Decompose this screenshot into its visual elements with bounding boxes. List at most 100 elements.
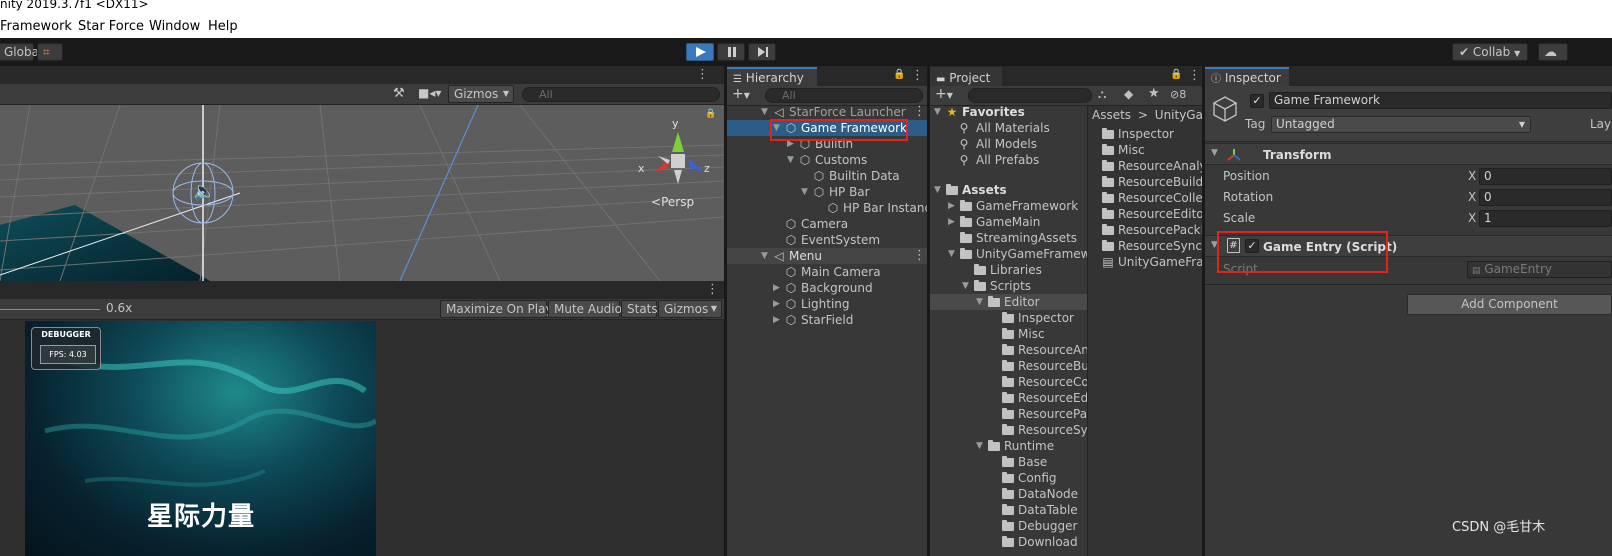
project-toolbar: +▼ ⛬ ◆ ★ ⊘8: [930, 86, 1202, 106]
list-item[interactable]: ▼ ◁ Menu ⋮: [727, 248, 927, 264]
game-object-icon: ⬡: [785, 313, 797, 327]
cloud-button[interactable]: ☁: [1538, 43, 1568, 61]
folder-icon: [1102, 206, 1114, 222]
maximize-on-play-button[interactable]: Maximize On Play: [440, 300, 553, 318]
debugger-window[interactable]: DEBUGGER FPS: 4.03: [31, 327, 101, 370]
scale-value: 0.6x: [106, 301, 133, 315]
folder-icon: [1102, 174, 1114, 190]
check-circle-icon: ✔: [1459, 45, 1470, 59]
tag-dropdown[interactable]: Untagged ▼: [1271, 116, 1531, 133]
list-item-label: Debugger: [1018, 519, 1078, 533]
stats-button[interactable]: Stats: [621, 300, 658, 318]
list-item-label: Misc: [1118, 143, 1145, 157]
eye-slash-icon: ⊘: [1170, 88, 1180, 101]
menu-item-window[interactable]: Window: [149, 14, 200, 40]
script-value: GameEntry: [1484, 262, 1552, 276]
list-item-label: Misc: [1018, 327, 1045, 341]
folder-open-icon: [988, 438, 1000, 454]
folder-icon: [974, 262, 986, 278]
chevron-down-icon: ▼: [743, 91, 750, 100]
inspector-panel: ⓘ Inspector ✓ Game Framework Tag Untagge…: [1205, 66, 1612, 556]
play-button[interactable]: [686, 43, 714, 61]
tab-project[interactable]: ▬ Project: [930, 67, 1002, 86]
list-item[interactable]: ▼ ◁ StarForce Launcher ⋮: [727, 104, 927, 120]
hierarchy-search-input[interactable]: All: [765, 88, 923, 103]
scene-orientation-gizmo[interactable]: [638, 120, 718, 200]
list-item-label: ResourceEdi: [1018, 391, 1087, 405]
create-dropdown[interactable]: +▼: [935, 86, 953, 102]
lock-icon[interactable]: 🔒: [1170, 69, 1182, 80]
debugger-title: DEBUGGER: [41, 330, 91, 339]
mute-audio-button[interactable]: Mute Audio: [548, 300, 622, 318]
menu-item-star-force[interactable]: Star Force: [78, 14, 144, 40]
list-item-label: Config: [1018, 471, 1057, 485]
tag-value: Untagged: [1276, 117, 1335, 131]
game-object-icon: ⬡: [813, 169, 825, 183]
list-item-label: ResourceAna: [1018, 343, 1087, 357]
hierarchy-menu-icon[interactable]: ⋮: [911, 69, 924, 82]
list-item-label: Scripts: [990, 279, 1032, 293]
game-gizmos-dropdown[interactable]: Gizmos ▼: [658, 300, 722, 318]
game-title-text: 星际力量: [147, 502, 256, 532]
camera-icon[interactable]: ■◂▾: [418, 86, 441, 100]
create-dropdown[interactable]: +▼: [732, 86, 750, 102]
persp-label[interactable]: <Persp: [651, 195, 694, 209]
lock-icon[interactable]: 🔒: [893, 69, 905, 80]
panel-divider: [724, 66, 727, 556]
rotation-x-field[interactable]: 0: [1479, 189, 1612, 206]
label-tag-icon[interactable]: ◆: [1124, 87, 1133, 101]
tools-icon[interactable]: ⚒: [393, 86, 405, 101]
tab-project-label: Project: [949, 71, 991, 85]
axis-y-label: y: [672, 117, 679, 130]
tab-hierarchy[interactable]: ☰ Hierarchy: [727, 67, 817, 86]
position-label: Position: [1223, 169, 1270, 183]
active-checkbox[interactable]: ✓: [1250, 94, 1264, 108]
pause-button[interactable]: [717, 43, 745, 61]
scale-x-field[interactable]: 1: [1479, 210, 1612, 227]
hidden-packages-button[interactable]: ⊘8: [1170, 88, 1186, 101]
project-search-input[interactable]: [968, 88, 1092, 103]
project-menu-icon[interactable]: ⋮: [1188, 69, 1201, 82]
collab-button[interactable]: ✔ Collab ▼: [1452, 43, 1528, 61]
position-x-field[interactable]: 0: [1479, 168, 1612, 185]
folder-icon: [1002, 374, 1014, 390]
scene-gizmos-dropdown[interactable]: Gizmos ▼: [448, 85, 514, 103]
add-component-button[interactable]: Add Component: [1407, 294, 1612, 315]
menu-item-help[interactable]: Help: [208, 14, 238, 40]
list-item-label: All Materials: [976, 121, 1050, 135]
step-button[interactable]: [748, 43, 776, 61]
game-viewport[interactable]: DEBUGGER FPS: 4.03 星际力量: [25, 321, 376, 556]
transform-component-header[interactable]: ▼ Transform: [1205, 143, 1612, 165]
folder-icon: [1102, 222, 1114, 238]
scene-row-menu-icon[interactable]: ⋮: [913, 105, 926, 118]
breadcrumb-item-unitygame[interactable]: UnityGame: [1155, 108, 1202, 122]
menu-item-framework[interactable]: Framework: [0, 14, 72, 40]
tab-inspector[interactable]: ⓘ Inspector: [1205, 67, 1289, 86]
grid-snap-button[interactable]: ⌗: [37, 43, 63, 61]
scene-search-input[interactable]: All: [522, 87, 720, 102]
list-item[interactable]: ▼ Editor: [930, 294, 1087, 310]
scene-viewport[interactable]: 🔈 y x z 🔒 <Persp: [0, 105, 724, 281]
list-item-label: StreamingAssets: [976, 231, 1078, 245]
list-icon: ☰: [733, 74, 742, 85]
step-icon: [758, 47, 768, 57]
lock-icon[interactable]: 🔒: [705, 109, 716, 119]
fps-readout: FPS: 4.03: [40, 345, 96, 364]
folder-icon: [1002, 534, 1014, 550]
scene-row-menu-icon[interactable]: ⋮: [913, 249, 926, 262]
star-icon: ★: [946, 106, 958, 119]
scale-slider[interactable]: [0, 309, 100, 310]
highlight-box: [770, 119, 908, 141]
game-object-icon: ⬡: [785, 233, 797, 247]
object-name-field[interactable]: Game Framework: [1269, 92, 1612, 109]
filter-type-icon[interactable]: ⛬: [1098, 87, 1106, 102]
list-item-label: ResourceBuilde: [1118, 175, 1202, 189]
global-toggle-button[interactable]: Global: [0, 43, 42, 61]
list-item-label: Editor: [1004, 295, 1040, 309]
unity-scene-icon: ◁: [774, 249, 784, 263]
game-menu-icon[interactable]: ⋮: [706, 283, 719, 296]
folder-icon: [1002, 422, 1014, 438]
scene-menu-icon[interactable]: ⋮: [696, 68, 709, 81]
star-icon[interactable]: ★: [1148, 86, 1160, 101]
breadcrumb-item-assets[interactable]: Assets: [1092, 108, 1131, 122]
